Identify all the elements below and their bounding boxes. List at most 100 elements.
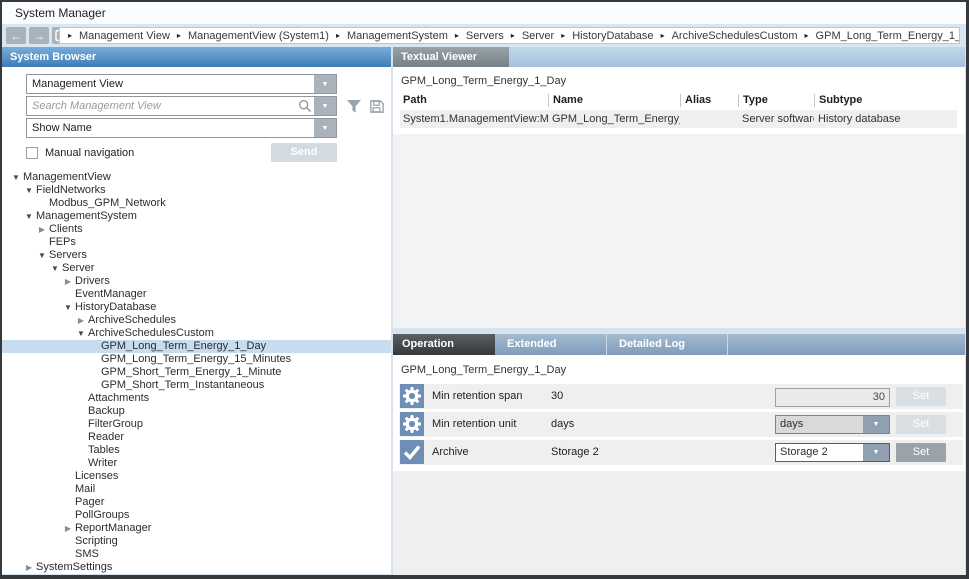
set-button[interactable]: Set [896, 443, 946, 462]
filter-button[interactable] [346, 99, 362, 114]
back-arrow-icon: ← [10, 29, 22, 43]
breadcrumb-item[interactable]: GPM_Long_Term_Energy_1_Day [816, 30, 960, 42]
tree-item[interactable]: ▼ManagementView [2, 171, 391, 184]
chevron-down-icon: ▼ [322, 125, 329, 132]
tree-item[interactable]: Backup [2, 405, 391, 418]
table-cell-name: GPM_Long_Term_Energy_1_Day [548, 113, 680, 125]
system-browser-controls: Management View ▼ ▼ [2, 67, 391, 163]
breadcrumb-item[interactable]: ManagementSystem [347, 30, 448, 42]
property-value: Storage 2 [551, 440, 599, 465]
tree-item[interactable]: ▼Server [2, 262, 391, 275]
display-mode-arrow-button[interactable]: ▼ [314, 119, 336, 137]
tree-item[interactable]: GPM_Short_Term_Energy_1_Minute [2, 366, 391, 379]
set-button[interactable]: Set [896, 415, 946, 434]
tree-item[interactable]: EventManager [2, 288, 391, 301]
expanded-arrow-icon[interactable]: ▼ [49, 262, 61, 275]
breadcrumb-item[interactable]: HistoryDatabase [572, 30, 653, 42]
tree-item[interactable]: Attachments [2, 392, 391, 405]
tree-item[interactable]: GPM_Short_Term_Instantaneous [2, 379, 391, 392]
value-dropdown[interactable]: days▼ [775, 415, 890, 434]
table-column-header[interactable]: Name [548, 94, 680, 107]
tree-item[interactable]: ▼ManagementSystem [2, 210, 391, 223]
tree-item[interactable]: SMS [2, 548, 391, 561]
collapsed-arrow-icon[interactable]: ▶ [62, 522, 74, 535]
operation-panel: OperationExtended OperationDetailed Log … [393, 334, 965, 575]
tree-item[interactable]: ▶ArchiveSchedules [2, 314, 391, 327]
tree-item-label: Drivers [75, 275, 110, 288]
dropdown-arrow-button[interactable]: ▼ [863, 416, 889, 433]
value-input[interactable] [775, 388, 890, 407]
textual-viewer-tab[interactable]: Textual Viewer [393, 47, 509, 67]
collapsed-arrow-icon[interactable]: ▶ [62, 275, 74, 288]
manual-navigation-checkbox[interactable] [26, 147, 38, 159]
expanded-arrow-icon[interactable]: ▼ [36, 249, 48, 262]
tree-item[interactable]: PollGroups [2, 509, 391, 522]
table-column-header[interactable]: Subtype [814, 94, 965, 107]
tree-item-label: SystemSettings [36, 561, 112, 574]
tree-item[interactable]: ▼Servers [2, 249, 391, 262]
tree-item[interactable]: ▶SystemSettings [2, 561, 391, 574]
table-column-header[interactable]: Path [400, 94, 548, 107]
search-input[interactable] [27, 97, 296, 115]
collapsed-arrow-icon[interactable]: ▶ [75, 314, 87, 327]
tree-item[interactable]: FilterGroup [2, 418, 391, 431]
filter-funnel-icon [346, 99, 362, 114]
tree-item[interactable]: ▼HistoryDatabase [2, 301, 391, 314]
tree-item[interactable]: ▶ReportManager [2, 522, 391, 535]
search-box: ▼ [26, 96, 337, 116]
tree-item[interactable]: GPM_Long_Term_Energy_1_Day [2, 340, 391, 353]
table-column-header[interactable]: Alias [680, 94, 738, 107]
breadcrumb-item[interactable]: Management View [79, 30, 170, 42]
tab-operation[interactable]: Operation [393, 334, 495, 355]
view-selector-arrow-button[interactable]: ▼ [314, 75, 336, 93]
tree-item[interactable]: Tables [2, 444, 391, 457]
collapsed-arrow-icon[interactable]: ▶ [23, 561, 35, 574]
tab-detailed-log[interactable]: Detailed Log [607, 334, 728, 355]
tree-item-label: Server [62, 262, 94, 275]
breadcrumb-item[interactable]: Servers [466, 30, 504, 42]
back-button[interactable]: ← [6, 27, 26, 44]
view-selector[interactable]: Management View ▼ [26, 74, 337, 94]
expanded-arrow-icon[interactable]: ▼ [10, 171, 22, 184]
tree-item[interactable]: Scripting [2, 535, 391, 548]
tree-item-label: FEPs [49, 236, 76, 249]
tree-item[interactable]: FEPs [2, 236, 391, 249]
tree-item[interactable]: GPM_Long_Term_Energy_15_Minutes [2, 353, 391, 366]
search-icon[interactable] [296, 97, 314, 115]
tree-item[interactable]: Licenses [2, 470, 391, 483]
tree-item[interactable]: Mail [2, 483, 391, 496]
tree-item[interactable]: ▼FieldNetworks [2, 184, 391, 197]
tree-item[interactable]: Writer [2, 457, 391, 470]
tree-item[interactable]: ▼ArchiveSchedulesCustom [2, 327, 391, 340]
display-mode-selector[interactable]: Show Name ▼ [26, 118, 337, 138]
breadcrumb-arrow-icon: ▸ [336, 31, 340, 40]
collapsed-arrow-icon[interactable]: ▶ [36, 223, 48, 236]
forward-arrow-icon: → [33, 29, 45, 43]
tree-item[interactable]: Reader [2, 431, 391, 444]
tree-item[interactable]: ▶Drivers [2, 275, 391, 288]
tree-item[interactable]: Pager [2, 496, 391, 509]
send-button[interactable]: Send [271, 143, 337, 162]
value-dropdown[interactable]: Storage 2▼ [775, 443, 890, 462]
table-column-header[interactable]: Type [738, 94, 814, 107]
expanded-arrow-icon[interactable]: ▼ [75, 327, 87, 340]
tree-item[interactable]: Modbus_GPM_Network [2, 197, 391, 210]
expanded-arrow-icon[interactable]: ▼ [23, 184, 35, 197]
search-options-arrow-button[interactable]: ▼ [314, 97, 336, 115]
forward-button[interactable]: → [29, 27, 49, 44]
expanded-arrow-icon[interactable]: ▼ [23, 210, 35, 223]
tab-extended-operation[interactable]: Extended Operation [495, 334, 607, 355]
save-filter-button[interactable] [369, 99, 384, 114]
tree-item[interactable]: ▶Clients [2, 223, 391, 236]
expanded-arrow-icon[interactable]: ▼ [62, 301, 74, 314]
tree-item-label: Scripting [75, 535, 118, 548]
breadcrumb-item[interactable]: Server [522, 30, 554, 42]
dropdown-arrow-button[interactable]: ▼ [863, 444, 889, 461]
table-cell-subtype: History database [814, 113, 957, 125]
table-row[interactable]: System1.ManagementView:Manage...GPM_Long… [400, 110, 957, 128]
breadcrumb-item[interactable]: ArchiveSchedulesCustom [672, 30, 798, 42]
tree-item-label: HistoryDatabase [75, 301, 156, 314]
display-mode-value: Show Name [27, 119, 314, 137]
breadcrumb-item[interactable]: ManagementView (System1) [188, 30, 329, 42]
set-button[interactable]: Set [896, 387, 946, 406]
